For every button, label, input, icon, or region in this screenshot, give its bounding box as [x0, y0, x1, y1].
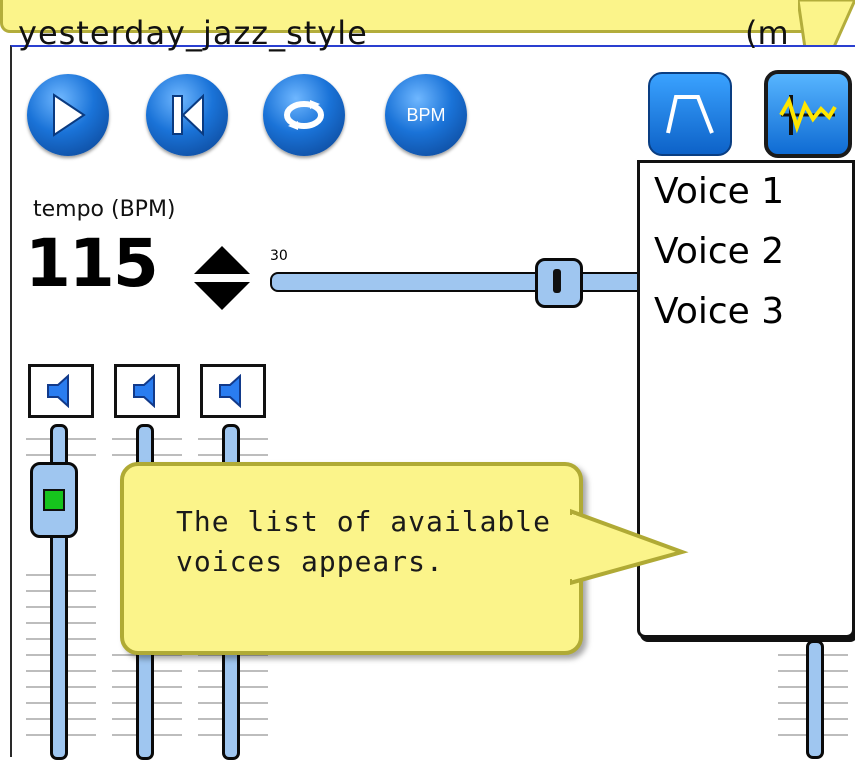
tempo-slider-thumb[interactable] — [535, 258, 583, 308]
loop-button[interactable] — [263, 74, 345, 156]
speaker-icon — [133, 374, 155, 408]
volume-fader-4[interactable] — [778, 640, 852, 759]
waveform-icon — [779, 95, 837, 135]
voice-option-1[interactable]: Voice 1 — [654, 171, 784, 212]
voice-option-3[interactable]: Voice 3 — [654, 291, 784, 332]
voice-option-2[interactable]: Voice 2 — [654, 231, 784, 272]
play-icon — [53, 93, 86, 137]
callout-text: The list of available voices appears. — [176, 502, 551, 582]
rewind-button[interactable] — [146, 74, 228, 156]
tempo-stepper[interactable] — [190, 244, 256, 314]
tempo-down-arrow-icon — [194, 282, 250, 310]
envelope-button[interactable] — [648, 72, 732, 156]
mute-button-3[interactable] — [200, 364, 266, 418]
play-button[interactable] — [27, 74, 109, 156]
tempo-slider-track[interactable] — [270, 272, 646, 292]
loop-icon — [284, 100, 324, 130]
bpm-button[interactable]: BPM — [385, 74, 467, 156]
window-title: yesterday_jazz_style — [18, 14, 368, 52]
speaker-icon — [219, 374, 241, 408]
tempo-label: tempo (BPM) — [33, 197, 176, 222]
tempo-value: 115 — [25, 225, 159, 302]
speaker-icon — [47, 374, 69, 408]
voice-select-button[interactable] — [764, 70, 852, 158]
active-led — [43, 489, 65, 511]
info-callout: The list of available voices appears. — [120, 462, 583, 655]
tempo-up-arrow-icon — [194, 246, 250, 274]
tempo-slider-min-label: 30 — [270, 248, 288, 264]
bpm-button-label: BPM — [406, 104, 446, 125]
window-title-right: (m — [745, 14, 789, 52]
callout-line-2: voices appears. — [176, 545, 444, 578]
rewind-to-start-icon — [172, 93, 204, 137]
mute-button-1[interactable] — [28, 364, 94, 418]
volume-fader-1-thumb[interactable] — [30, 462, 78, 538]
callout-line-1: The list of available — [176, 505, 552, 538]
envelope-icon — [666, 95, 714, 134]
callout-tail — [570, 508, 689, 586]
mute-button-2[interactable] — [114, 364, 180, 418]
